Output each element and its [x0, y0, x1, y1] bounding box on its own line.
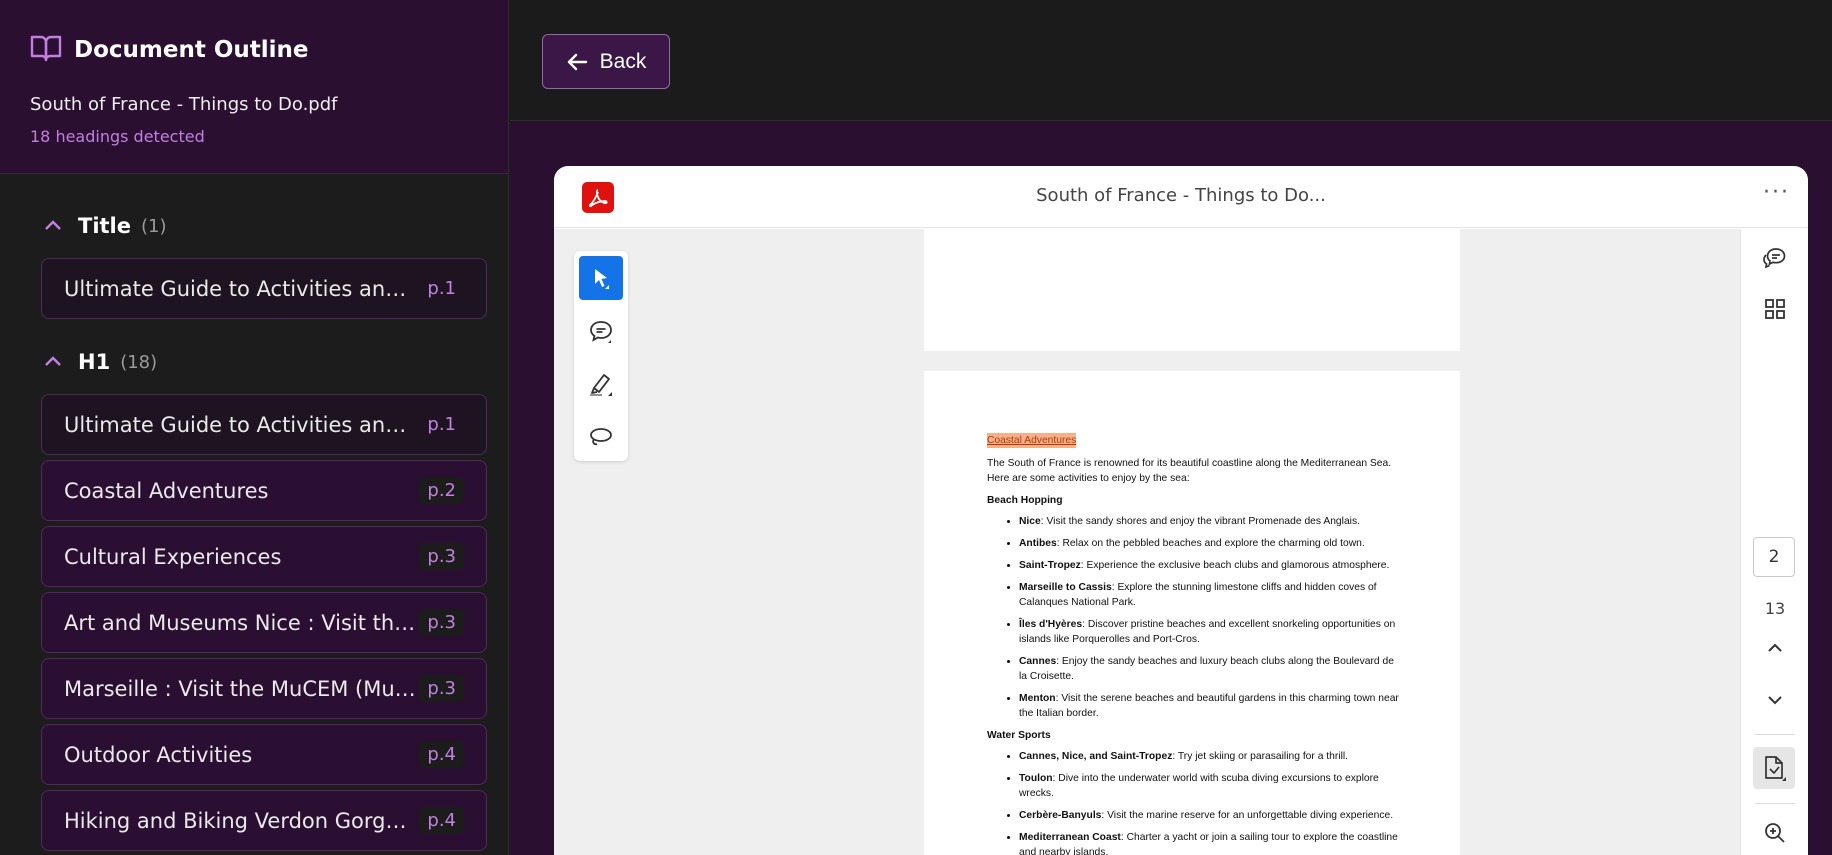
outline-item-label: Ultimate Guide to Activities and Th… [64, 276, 419, 301]
document-tools-button[interactable] [1753, 747, 1795, 789]
current-page-input[interactable]: 2 [1753, 537, 1795, 577]
list-item: Saint-Tropez: Experience the exclusive b… [1019, 558, 1400, 573]
select-tool-button[interactable] [579, 256, 623, 300]
list-item: Marseille to Cassis: Explore the stunnin… [1019, 580, 1400, 610]
annotation-toolbar [574, 251, 628, 461]
pdf-page-2: Coastal Adventures The South of France i… [924, 371, 1460, 855]
document-canvas[interactable]: Coastal Adventures The South of France i… [554, 229, 1740, 855]
section-title: Water Sports [987, 730, 1051, 741]
zoom-in-button[interactable] [1761, 819, 1789, 847]
group-header-title[interactable]: Title (1) [0, 206, 167, 246]
group-name: H1 [78, 350, 111, 374]
outline-item[interactable]: Ultimate Guide to Activities and Th… p.1 [41, 258, 487, 319]
outline-item-page: p.2 [419, 477, 464, 504]
thumbnails-button[interactable] [1761, 295, 1789, 323]
cursor-icon [595, 269, 609, 289]
pdf-page-1 [924, 229, 1460, 351]
outline-item-page: p.3 [419, 609, 464, 636]
outline-item-label: Cultural Experiences [64, 544, 282, 569]
comments-panel-button[interactable] [1761, 245, 1789, 273]
viewer-title-bar: South of France - Things to Do... ··· [554, 166, 1808, 228]
arrow-left-icon [567, 53, 587, 70]
outline-item-label: Hiking and Biking Verdon Gorge : K… [64, 808, 419, 833]
page-heading-highlighted: Coastal Adventures [987, 433, 1077, 448]
list-item: Nice: Visit the sandy shores and enjoy t… [1019, 514, 1400, 529]
chevron-up-icon [45, 356, 61, 366]
list-item: Antibes: Relax on the pebbled beaches an… [1019, 536, 1400, 551]
outline-item-page: p.4 [419, 807, 464, 834]
chevron-up-icon [45, 220, 61, 230]
group-name: Title [78, 214, 132, 238]
comment-icon [590, 321, 612, 343]
chevron-down-icon [1768, 696, 1782, 705]
outline-item-page: p.3 [419, 543, 464, 570]
more-options-button[interactable]: ··· [1763, 180, 1790, 205]
outline-item-page: p.3 [419, 675, 464, 702]
next-page-button[interactable] [1761, 686, 1789, 714]
file-name: South of France - Things to Do.pdf [30, 94, 338, 115]
outline-item[interactable]: Coastal Adventures p.2 [41, 460, 487, 521]
group-count: (18) [120, 351, 158, 373]
section-title: Beach Hopping [987, 495, 1063, 506]
book-open-icon [30, 34, 62, 66]
outline-item-page: p.1 [427, 278, 456, 299]
outline-item[interactable]: Hiking and Biking Verdon Gorge : K… p.4 [41, 790, 487, 851]
outline-item-label: Coastal Adventures [64, 478, 269, 503]
outline-item[interactable]: Art and Museums Nice : Visit the M… p.3 [41, 592, 487, 653]
bullet-list: Cannes, Nice, and Saint-Tropez: Try jet … [987, 749, 1400, 855]
rail-divider [1755, 803, 1795, 804]
chevron-up-icon [1768, 643, 1782, 652]
highlighter-icon [590, 374, 612, 396]
outline-item-label: Outdoor Activities [64, 742, 253, 767]
zoom-in-icon [1765, 823, 1785, 843]
page-intro-text: The South of France is renowned for its … [987, 458, 1392, 484]
outline-item-page: p.4 [419, 741, 464, 768]
sidebar-header: Document Outline South of France - Thing… [0, 0, 508, 174]
outline-item-page: p.1 [427, 414, 456, 435]
viewer-document-title: South of France - Things to Do... [1036, 185, 1326, 206]
document-outline-sidebar: Document Outline South of France - Thing… [0, 0, 509, 855]
group-header-h1[interactable]: H1 (18) [0, 342, 157, 382]
list-item: Cannes: Enjoy the sandy beaches and luxu… [1019, 654, 1400, 684]
outline-item[interactable]: Cultural Experiences p.3 [41, 526, 487, 587]
list-item: Toulon: Dive into the underwater world w… [1019, 771, 1400, 801]
lasso-icon [590, 428, 612, 446]
comments-icon [1763, 248, 1786, 269]
lasso-tool-button[interactable] [579, 415, 623, 459]
headings-count: 18 headings detected [30, 127, 205, 146]
list-item: Cannes, Nice, and Saint-Tropez: Try jet … [1019, 749, 1400, 764]
outline-item[interactable]: Outdoor Activities p.4 [41, 724, 487, 785]
grid-icon [1765, 299, 1785, 319]
list-item: Menton: Visit the serene beaches and bea… [1019, 691, 1400, 721]
draw-tool-button[interactable] [579, 362, 623, 406]
outline-item[interactable]: Marseille : Visit the MuCEM (Muse… p.3 [41, 658, 487, 719]
comment-tool-button[interactable] [579, 309, 623, 353]
right-rail: 2 13 [1740, 229, 1808, 855]
outline-item-label: Ultimate Guide to Activities and Th… [64, 412, 419, 437]
list-item: Cerbère-Banyuls: Visit the marine reserv… [1019, 808, 1400, 823]
rail-divider [1755, 734, 1795, 735]
back-button-label: Back [599, 49, 647, 73]
total-pages: 13 [1764, 599, 1786, 618]
group-count: (1) [141, 215, 167, 237]
app-root: Document Outline South of France - Thing… [0, 0, 1832, 855]
sidebar-title: Document Outline [74, 37, 309, 63]
document-icon [1765, 756, 1786, 781]
outline-item[interactable]: Ultimate Guide to Activities and Th… p.1 [41, 394, 487, 455]
main-area: South of France - Things to Do... ··· Co… [510, 122, 1832, 855]
top-bar: Back [510, 0, 1832, 121]
previous-page-button[interactable] [1761, 634, 1789, 662]
outline-item-label: Marseille : Visit the MuCEM (Muse… [64, 676, 419, 701]
list-item: Îles d'Hyères: Discover pristine beaches… [1019, 617, 1400, 647]
pdf-viewer: South of France - Things to Do... ··· Co… [554, 166, 1808, 855]
list-item: Mediterranean Coast: Charter a yacht or … [1019, 830, 1400, 855]
bullet-list: Nice: Visit the sandy shores and enjoy t… [987, 514, 1400, 721]
back-button[interactable]: Back [542, 34, 670, 89]
outline-item-label: Art and Museums Nice : Visit the M… [64, 610, 419, 635]
